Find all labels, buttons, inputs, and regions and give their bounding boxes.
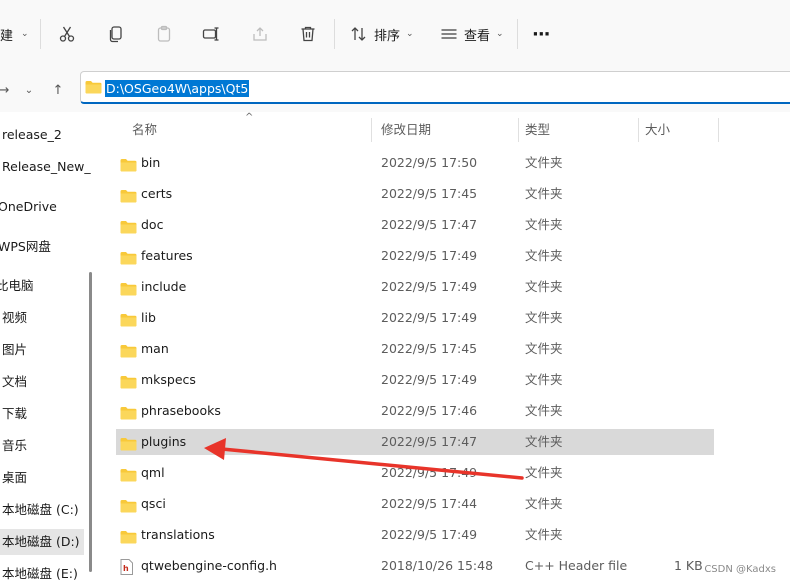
annotation-arrow bbox=[204, 438, 524, 480]
annotation-arrow-shaft bbox=[220, 447, 524, 480]
annotation-arrow-head bbox=[204, 438, 226, 460]
